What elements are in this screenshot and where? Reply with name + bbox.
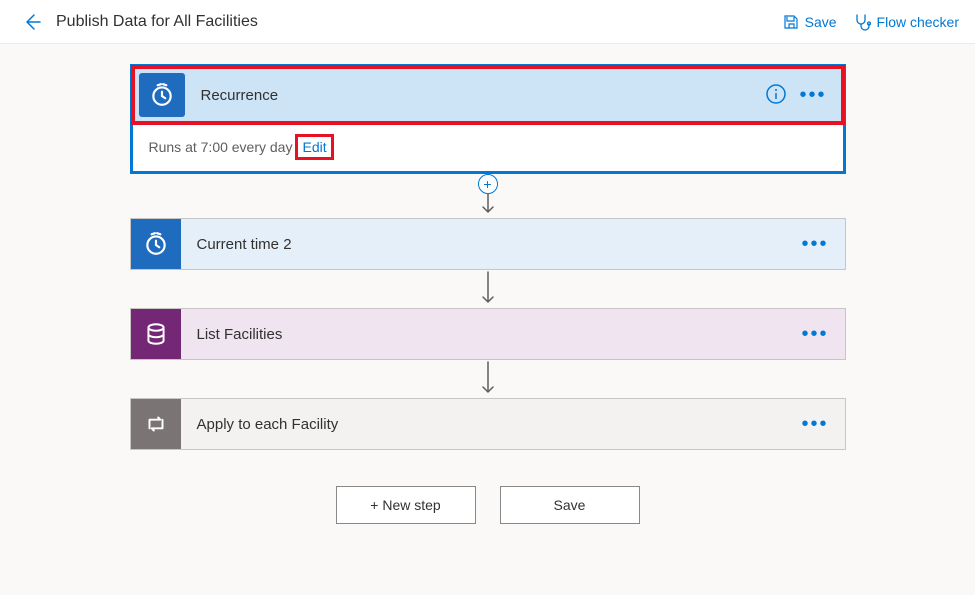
flow-checker-label: Flow checker <box>877 14 959 30</box>
step-apply-each: Apply to each Facility ••• <box>130 398 846 450</box>
connector-arrow: + <box>480 174 496 218</box>
step-recurrence-actions: ••• <box>765 83 842 108</box>
flow-canvas: Recurrence ••• Runs at 7:00 every day Ed… <box>0 44 975 544</box>
step-apply-each-header[interactable]: Apply to each Facility ••• <box>131 399 845 449</box>
more-menu-button[interactable]: ••• <box>801 234 828 254</box>
connector-arrow <box>480 360 496 398</box>
more-menu-button[interactable]: ••• <box>801 324 828 344</box>
arrow-down-icon <box>480 270 496 308</box>
step-list-facilities: List Facilities ••• <box>130 308 846 360</box>
step-recurrence: Recurrence ••• Runs at 7:00 every day Ed… <box>130 64 846 174</box>
back-button[interactable] <box>16 6 48 38</box>
step-recurrence-header[interactable]: Recurrence ••• <box>133 67 843 123</box>
step-recurrence-body: Runs at 7:00 every day Edit <box>133 123 843 171</box>
more-menu-button[interactable]: ••• <box>801 414 828 434</box>
database-icon <box>131 309 181 359</box>
save-step-button[interactable]: Save <box>500 486 640 524</box>
save-button[interactable]: Save <box>783 13 837 31</box>
step-list-facilities-header[interactable]: List Facilities ••• <box>131 309 845 359</box>
new-step-button[interactable]: + New step <box>336 486 476 524</box>
save-label: Save <box>805 14 837 30</box>
connector-arrow <box>480 270 496 308</box>
edit-link[interactable]: Edit <box>298 137 330 157</box>
arrow-left-icon <box>22 12 42 32</box>
save-icon <box>783 14 799 30</box>
loop-icon <box>131 399 181 449</box>
step-current-time-actions: ••• <box>801 234 844 254</box>
top-header: Publish Data for All Facilities Save Flo… <box>0 0 975 44</box>
flow-checker-button[interactable]: Flow checker <box>853 13 959 31</box>
step-current-time-header[interactable]: Current time 2 ••• <box>131 219 845 269</box>
header-actions: Save Flow checker <box>783 13 959 31</box>
recurrence-schedule-text: Runs at 7:00 every day <box>149 139 293 155</box>
clock-icon <box>139 73 185 117</box>
stethoscope-icon <box>853 13 871 31</box>
step-list-facilities-title: List Facilities <box>181 326 802 343</box>
info-icon[interactable] <box>765 83 787 108</box>
clock-icon <box>131 219 181 269</box>
step-list-facilities-actions: ••• <box>801 324 844 344</box>
footer-buttons: + New step Save <box>336 486 640 524</box>
step-recurrence-title: Recurrence <box>185 87 766 104</box>
step-apply-each-title: Apply to each Facility <box>181 416 802 433</box>
arrow-down-icon <box>480 360 496 398</box>
add-step-button[interactable]: + <box>478 174 498 194</box>
step-current-time-title: Current time 2 <box>181 236 802 253</box>
step-apply-each-actions: ••• <box>801 414 844 434</box>
page-title: Publish Data for All Facilities <box>56 13 783 31</box>
more-menu-button[interactable]: ••• <box>799 85 826 105</box>
step-current-time: Current time 2 ••• <box>130 218 846 270</box>
